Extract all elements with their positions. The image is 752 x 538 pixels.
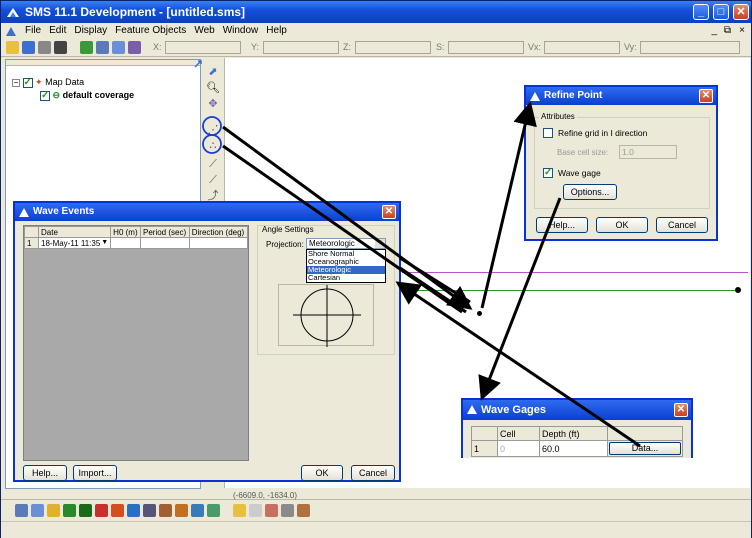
annotation-arrow (222, 125, 473, 310)
annotation-arrow (480, 101, 537, 309)
highlight-circle (202, 116, 222, 136)
annotation-arrow (478, 197, 562, 401)
highlight-circle (202, 134, 222, 154)
annotation-overlay (202, 101, 641, 448)
annotation-arrow (399, 256, 471, 304)
annotation-arrow (395, 281, 641, 448)
